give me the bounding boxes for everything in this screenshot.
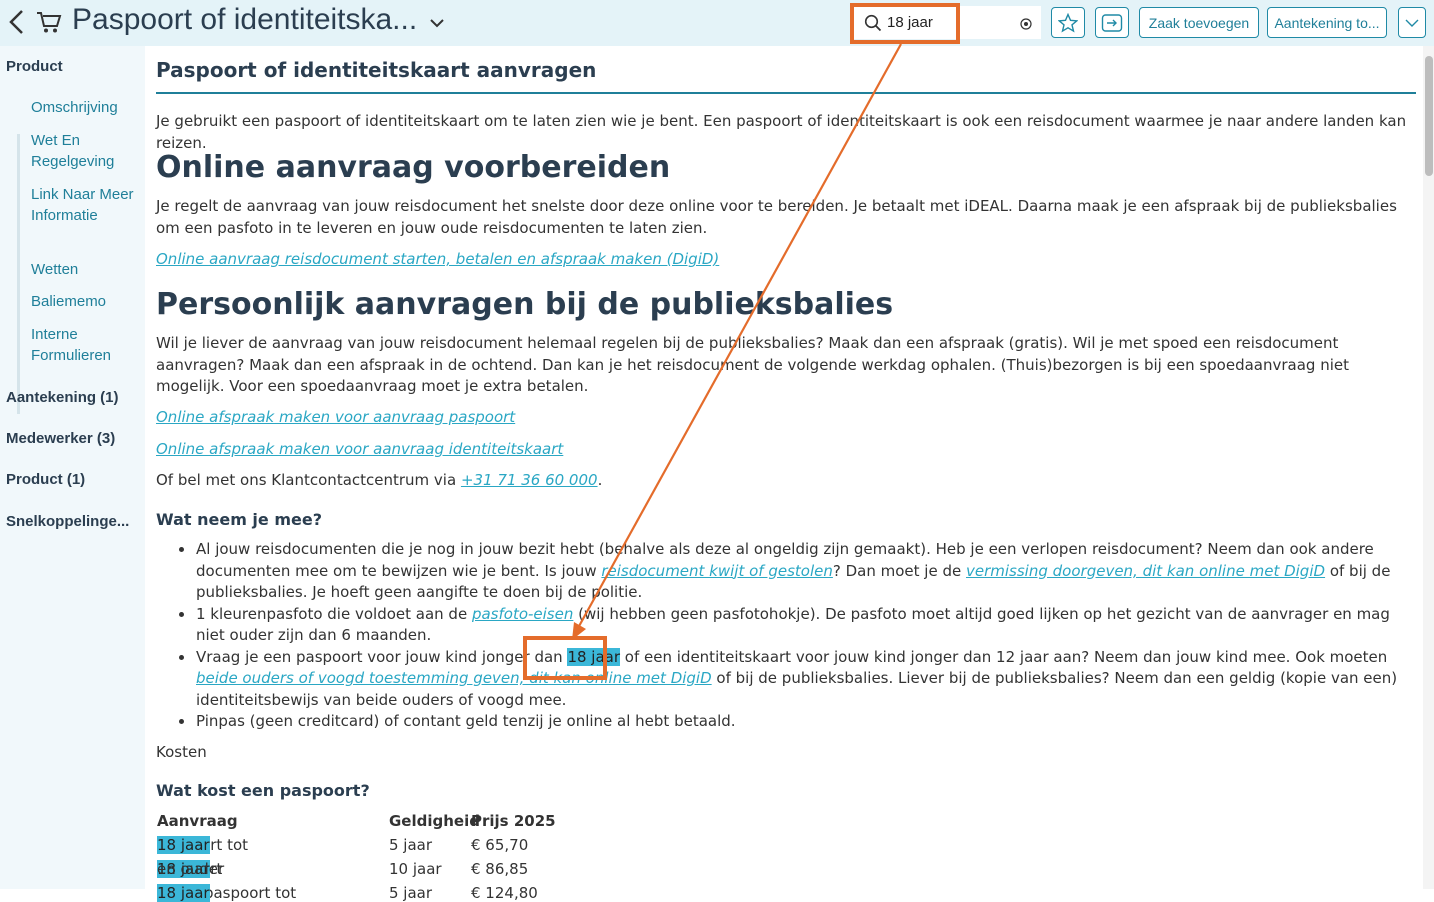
- kosten-label: Kosten: [156, 743, 207, 761]
- persoonlijk-text: Wil je liever de aanvraag van jouw reisd…: [156, 334, 1350, 395]
- sidebar-header-product-count[interactable]: Product (1): [6, 471, 85, 488]
- table-cell: € 86,85: [471, 860, 529, 878]
- heading-online: Online aanvraag voorbereiden: [156, 150, 671, 185]
- afspraak-identiteitskaart-link[interactable]: Online afspraak maken voor aanvraag iden…: [156, 440, 563, 458]
- reisdocument-kwijt-link[interactable]: reisdocument kwijt of gestolen: [601, 562, 833, 580]
- sidebar-item-link-naar-meer-informatie[interactable]: Link Naar Meer Informatie: [31, 184, 136, 226]
- sidebar-item-wet-en-regelgeving[interactable]: Wet En Regelgeving: [31, 130, 136, 172]
- pasfoto-eisen-link[interactable]: pasfoto-eisen: [472, 605, 573, 623]
- online-text: Je regelt de aanvraag van jouw reisdocum…: [156, 197, 1397, 237]
- sidebar-header-medewerker[interactable]: Medewerker (3): [6, 430, 115, 447]
- content-title: Paspoort of identiteitskaart aanvragen: [156, 58, 597, 82]
- scrollbar-thumb[interactable]: [1425, 56, 1433, 176]
- aantekening-toevoegen-button[interactable]: Aantekening to...: [1267, 7, 1387, 38]
- table-header: Geldigheid: [389, 812, 480, 830]
- table-cell: 5 jaar: [389, 884, 433, 902]
- star-icon: [1058, 12, 1078, 33]
- zaak-toevoegen-button[interactable]: Zaak toevoegen: [1139, 7, 1259, 38]
- sidebar-header-aantekening[interactable]: Aantekening (1): [6, 389, 119, 406]
- phone-link[interactable]: +31 71 36 60 000: [461, 471, 598, 489]
- clear-icon[interactable]: [1020, 18, 1032, 30]
- heading-persoonlijk: Persoonlijk aanvragen bij de publieksbal…: [156, 287, 894, 322]
- online-link-row: Online aanvraag reisdocument starten, be…: [156, 249, 1418, 271]
- bel-text: Of bel met ons Klantcontactcentrum via +…: [156, 470, 1418, 492]
- sidebar-item-wetten[interactable]: Wetten: [31, 259, 136, 280]
- table-header: Prijs 2025: [471, 812, 556, 830]
- sidebar-item-omschrijving[interactable]: Omschrijving: [31, 97, 136, 118]
- favorite-button[interactable]: [1051, 7, 1085, 38]
- vermissing-link[interactable]: vermissing doorgeven, dit kan online met…: [966, 562, 1325, 580]
- cart-icon[interactable]: [36, 9, 62, 35]
- b3-text-a: Vraag je een paspoort voor jouw kind jon…: [196, 647, 568, 666]
- sidebar-header-product[interactable]: Product: [6, 58, 63, 75]
- top-bar: Paspoort of identiteitska... Zaak toevoe…: [0, 0, 1434, 46]
- table-header: Aanvraag: [157, 812, 238, 830]
- title-divider: [156, 92, 1416, 94]
- b2-text-a: 1 kleurenpasfoto die voldoet aan de: [196, 604, 472, 623]
- list-item: Pinpas (geen creditcard) of contant geld…: [176, 711, 1418, 733]
- id-link-row: Online afspraak maken voor aanvraag iden…: [156, 439, 1418, 461]
- sidebar-header-snelkoppelingen[interactable]: Snelkoppelinge...: [6, 513, 129, 530]
- annotation-box-search: [850, 3, 960, 44]
- sidebar-item-interne-formulieren[interactable]: Interne Formulieren: [31, 324, 136, 366]
- list-item: Al jouw reisdocumenten die je nog in jou…: [176, 539, 1418, 604]
- list-item: Vraag je een paspoort voor jouw kind jon…: [176, 647, 1418, 712]
- chevron-down-icon[interactable]: [430, 16, 444, 30]
- share-button[interactable]: [1095, 7, 1129, 38]
- annotation-box-result: [523, 636, 607, 680]
- export-icon: [1101, 13, 1123, 32]
- ouders-toestemming-link[interactable]: beide ouders of voogd toestemming geven,…: [196, 669, 712, 687]
- paspoort-link-row: Online afspraak maken voor aanvraag pasp…: [156, 407, 1418, 429]
- back-icon[interactable]: [6, 8, 28, 41]
- b3-text-b: of een identiteitskaart voor jouw kind j…: [620, 647, 1388, 666]
- b1-text-b: ? Dan moet je de: [832, 561, 966, 580]
- table-cell: € 65,70: [471, 836, 529, 854]
- sidebar-divider: [17, 134, 20, 414]
- table-cell: 10 jaar: [389, 860, 442, 878]
- mee-list: Al jouw reisdocumenten die je nog in jou…: [176, 539, 1418, 733]
- heading-wat-kost: Wat kost een paspoort?: [156, 781, 370, 800]
- intro-text: Je gebruikt een paspoort of identiteitsk…: [156, 112, 1407, 152]
- bel-post: .: [597, 471, 603, 489]
- page-title: Paspoort of identiteitska...: [72, 3, 418, 36]
- table-cell: € 124,80: [471, 884, 538, 902]
- bel-pre: Of bel met ons Klantcontactcentrum via: [156, 471, 461, 489]
- afspraak-paspoort-link[interactable]: Online afspraak maken voor aanvraag pasp…: [156, 408, 515, 426]
- table-cell: 5 jaar: [389, 836, 433, 854]
- online-aanvraag-link[interactable]: Online aanvraag reisdocument starten, be…: [156, 250, 719, 268]
- search-highlight: 18 jaar: [157, 884, 210, 902]
- sidebar: Product Omschrijving Wet En Regelgeving …: [0, 46, 145, 889]
- table-cell: en ouder: [157, 860, 225, 878]
- sidebar-item-baliememo[interactable]: Baliememo: [31, 291, 136, 312]
- list-item: 1 kleurenpasfoto die voldoet aan de pasf…: [176, 604, 1418, 647]
- heading-wat-neem-je-mee: Wat neem je mee?: [156, 510, 322, 529]
- more-button[interactable]: [1398, 7, 1426, 38]
- chevron-down-icon: [1405, 19, 1419, 27]
- search-highlight: 18 jaar: [157, 836, 210, 854]
